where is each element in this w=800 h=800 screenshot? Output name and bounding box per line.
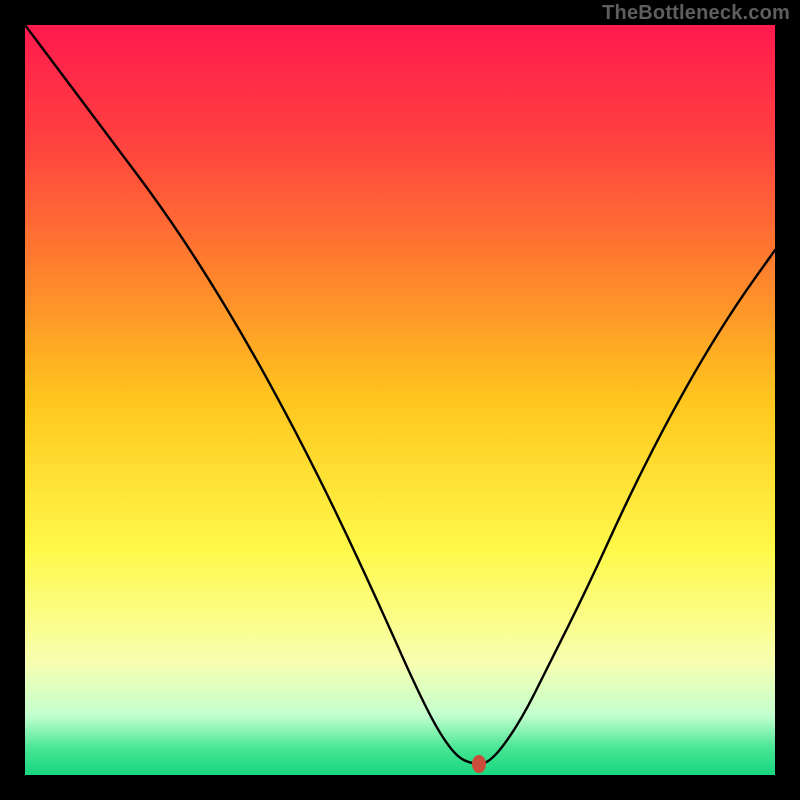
watermark-text: TheBottleneck.com [602, 2, 790, 25]
optimal-point-marker [472, 755, 486, 773]
plot-area [25, 25, 775, 775]
gradient-rect [25, 25, 775, 775]
chart-frame: TheBottleneck.com [0, 0, 800, 800]
chart-svg [25, 25, 775, 775]
